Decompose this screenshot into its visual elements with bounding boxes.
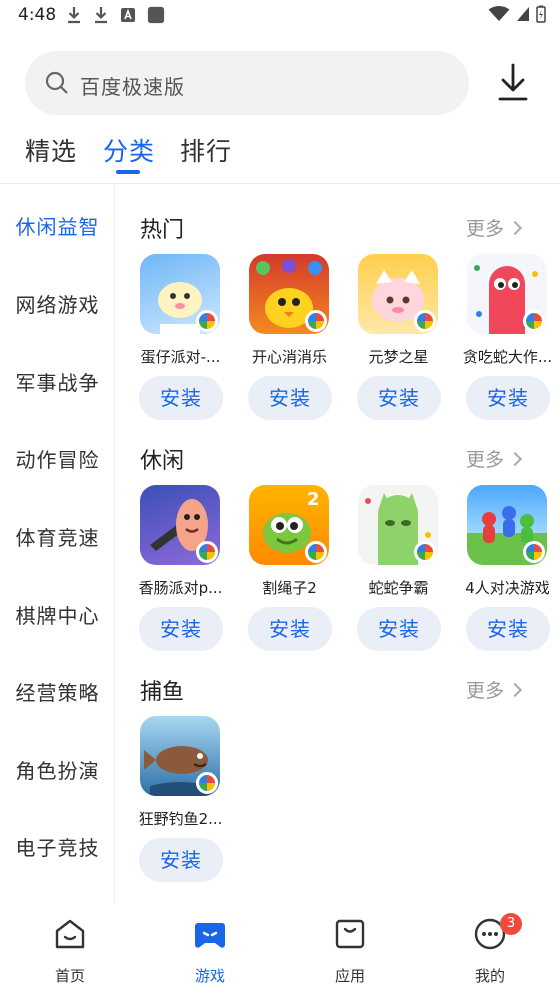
system-indicators bbox=[488, 5, 546, 23]
more-link-fishing[interactable]: 更多 bbox=[466, 676, 523, 703]
happy-match-icon bbox=[249, 254, 329, 334]
cut-the-rope-icon: 2 bbox=[249, 485, 329, 565]
download-manager-icon[interactable] bbox=[496, 62, 530, 102]
more-label: 更多 bbox=[466, 218, 505, 240]
nav-label: 我的 bbox=[474, 967, 505, 985]
sidebar-item-esports[interactable]: 电子竞技 bbox=[0, 832, 115, 861]
app-name: 狂野钓鱼2... bbox=[138, 810, 223, 828]
nav-item-home[interactable]: 首页 bbox=[25, 917, 115, 986]
install-button[interactable]: 安装 bbox=[357, 376, 441, 420]
wifi-icon bbox=[488, 6, 510, 21]
tab-rankings[interactable]: 排行 bbox=[180, 132, 232, 168]
install-button[interactable]: 安装 bbox=[139, 607, 223, 651]
app-name: 贪吃蛇大作... bbox=[462, 348, 553, 366]
active-tab-indicator bbox=[116, 170, 140, 174]
search-icon bbox=[45, 71, 68, 94]
snake-war-icon bbox=[358, 485, 438, 565]
wild-fishing-icon bbox=[140, 716, 220, 796]
app-name: 割绳子2 bbox=[262, 579, 317, 597]
section-title-hot: 热门 bbox=[140, 218, 185, 243]
app-name: 蛇蛇争霸 bbox=[368, 579, 429, 597]
search-bar[interactable]: 百度极速版 bbox=[25, 51, 469, 115]
sidebar-item-action-adventure[interactable]: 动作冒险 bbox=[0, 444, 115, 473]
chevron-right-icon bbox=[507, 682, 523, 698]
eggy-party-icon bbox=[140, 254, 220, 334]
battery-icon bbox=[536, 5, 546, 23]
more-link-casual[interactable]: 更多 bbox=[466, 445, 523, 472]
category-sidebar: 休闲益智 网络游戏 军事战争 动作冒险 体育竞速 棋牌中心 经营策略 角色扮演 … bbox=[0, 184, 115, 902]
section-title-casual: 休闲 bbox=[140, 449, 185, 474]
snake-battle-icon bbox=[467, 254, 547, 334]
status-time: 4:48 bbox=[18, 5, 57, 25]
gamepad-icon bbox=[195, 923, 225, 948]
nav-label: 应用 bbox=[334, 967, 365, 985]
nav-label: 游戏 bbox=[194, 967, 225, 985]
install-button[interactable]: 安装 bbox=[466, 376, 550, 420]
app-name: 香肠派对p... bbox=[138, 579, 223, 597]
tab-featured[interactable]: 精选 bbox=[25, 132, 77, 168]
sidebar-item-strategy[interactable]: 经营策略 bbox=[0, 677, 115, 706]
sausage-party-icon bbox=[140, 485, 220, 565]
search-placeholder: 百度极速版 bbox=[80, 75, 185, 99]
status-bar: 4:48 bbox=[0, 0, 560, 34]
more-label: 更多 bbox=[466, 449, 505, 471]
install-button[interactable]: 安装 bbox=[139, 376, 223, 420]
app-notification-icon bbox=[147, 6, 165, 24]
chevron-right-icon bbox=[507, 451, 523, 467]
nav-item-apps[interactable]: 应用 bbox=[305, 917, 395, 986]
apps-bag-icon bbox=[335, 919, 365, 949]
bottom-navigation: 首页 游戏 应用 3 我的 bbox=[0, 903, 560, 995]
dream-star-icon bbox=[358, 254, 438, 334]
more-link-hot[interactable]: 更多 bbox=[466, 214, 523, 241]
install-button[interactable]: 安装 bbox=[466, 607, 550, 651]
app-name: 开心消消乐 bbox=[251, 348, 327, 366]
sidebar-item-military-war[interactable]: 军事战争 bbox=[0, 367, 115, 396]
more-label: 更多 bbox=[466, 680, 505, 702]
app-notification-icon bbox=[121, 8, 135, 22]
sidebar-item-role-playing[interactable]: 角色扮演 bbox=[0, 755, 115, 784]
section-title-fishing: 捕鱼 bbox=[140, 680, 185, 705]
chevron-right-icon bbox=[507, 220, 523, 236]
install-button[interactable]: 安装 bbox=[248, 376, 332, 420]
four-player-icon bbox=[467, 485, 547, 565]
notification-badge: 3 bbox=[500, 913, 522, 935]
app-name: 元梦之星 bbox=[368, 348, 429, 366]
install-button[interactable]: 安装 bbox=[139, 838, 223, 882]
tab-categories[interactable]: 分类 bbox=[103, 132, 155, 168]
sidebar-item-sports-racing[interactable]: 体育竞速 bbox=[0, 522, 115, 551]
home-icon bbox=[55, 919, 85, 949]
signal-icon bbox=[517, 7, 529, 21]
nav-label: 首页 bbox=[54, 967, 85, 985]
sidebar-item-board-card[interactable]: 棋牌中心 bbox=[0, 600, 115, 629]
nav-item-profile[interactable]: 3 我的 bbox=[445, 913, 535, 986]
download-notification-icon bbox=[95, 7, 107, 24]
svg-text:2: 2 bbox=[307, 489, 320, 510]
sidebar-item-casual-puzzle[interactable]: 休闲益智 bbox=[0, 211, 115, 240]
sidebar-item-online-games[interactable]: 网络游戏 bbox=[0, 289, 115, 318]
nav-item-games[interactable]: 游戏 bbox=[165, 917, 255, 986]
install-button[interactable]: 安装 bbox=[357, 607, 441, 651]
install-button[interactable]: 安装 bbox=[248, 607, 332, 651]
app-name: 蛋仔派对-... bbox=[140, 348, 221, 366]
app-name: 4人对决游戏 bbox=[465, 579, 550, 597]
download-notification-icon bbox=[68, 7, 80, 24]
